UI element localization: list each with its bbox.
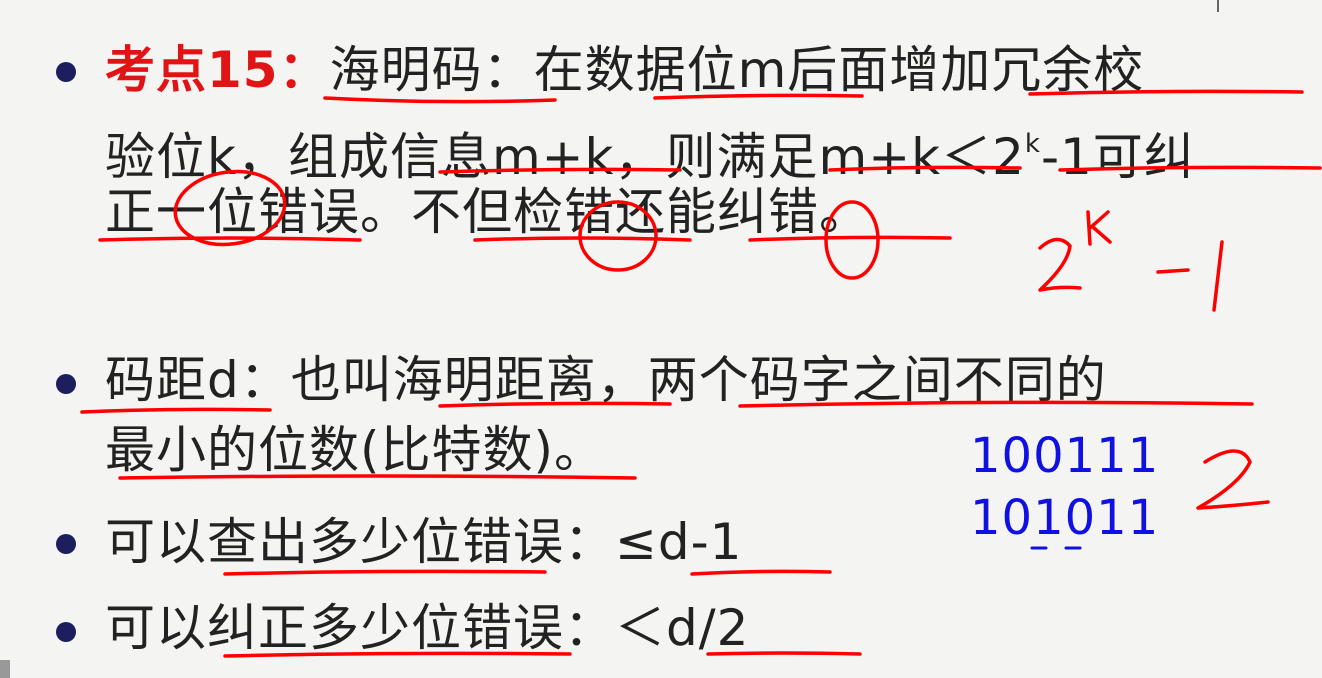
handwritten-two: [1038, 237, 1082, 292]
exponent-k: k: [1024, 129, 1041, 159]
hamming-text-2-tail: -1可纠: [1040, 128, 1195, 186]
distance-line-2: 最小的位数(比特数)。: [105, 420, 605, 480]
distance-text-1: 码距d：也叫海明距离，两个码字之间不同的: [105, 351, 1107, 409]
distance-line-1: 码距d：也叫海明距离，两个码字之间不同的: [105, 350, 1107, 410]
handwritten-minus: [1156, 268, 1190, 274]
handwritten-k: [1086, 210, 1112, 246]
codeword-1: 100111: [970, 428, 1160, 484]
hamming-line-2: 验位k，组成信息m+k，则满足m+k＜2k-1可纠: [105, 114, 1195, 187]
handwritten-distance-two: [1196, 449, 1270, 510]
top-edge-mark: [1217, 0, 1219, 12]
hamming-text-3: 正一位错误。不但检错还能纠错。: [105, 183, 870, 241]
corner-mark: [0, 660, 10, 678]
bullet-dot: [56, 622, 76, 642]
codeword-2: 101011: [970, 490, 1160, 546]
correct-text: 可以纠正多少位错误：＜d/2: [105, 599, 750, 657]
distance-text-2: 最小的位数(比特数)。: [105, 421, 606, 479]
detect-line: 可以查出多少位错误：≤d-1: [105, 512, 743, 572]
exam-point-label: 考点15：: [105, 41, 330, 99]
slide: { "bullets": [ { "label": "考点15：", "line…: [0, 0, 1322, 678]
handwritten-one: [1212, 240, 1224, 312]
bullet-dot: [56, 62, 76, 82]
hamming-line-3: 正一位错误。不但检错还能纠错。: [105, 182, 870, 242]
handwriting-overlay: [80, 89, 1322, 658]
hamming-text-1: 海明码：在数据位m后面增加冗余校: [329, 41, 1145, 99]
detect-text: 可以查出多少位错误：≤d-1: [105, 513, 743, 571]
bullet-dot: [56, 534, 76, 554]
bullet-dot: [56, 374, 76, 394]
hamming-line-1: 考点15：海明码：在数据位m后面增加冗余校: [105, 40, 1144, 100]
correct-line: 可以纠正多少位错误：＜d/2: [105, 598, 749, 658]
hamming-text-2: 验位k，组成信息m+k，则满足m+k＜2: [105, 128, 1025, 186]
